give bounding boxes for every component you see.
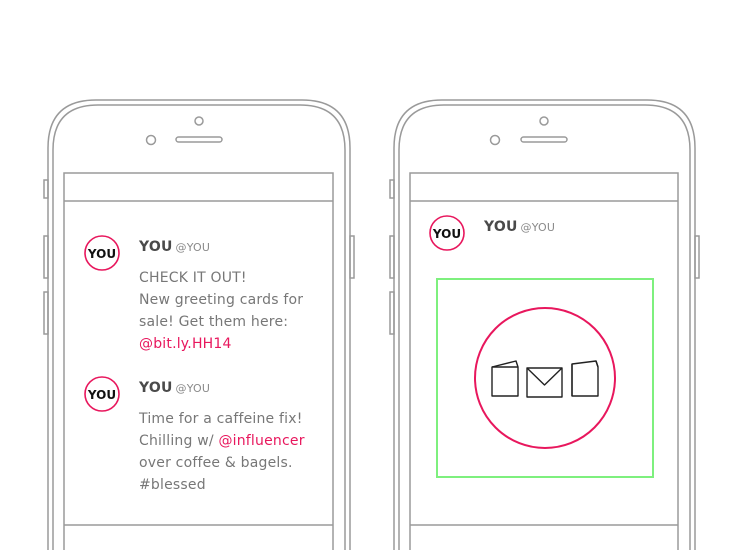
right-avatar-label: YOU — [432, 227, 461, 241]
left-phone-volume-up — [43, 235, 49, 279]
right-phone-volume-down — [389, 291, 395, 335]
left-phone-camera — [145, 134, 157, 146]
card-right-icon — [571, 360, 599, 397]
card-left-icon — [491, 360, 519, 397]
right-phone-body-outer — [393, 99, 696, 550]
right-phone-power-button — [694, 235, 700, 279]
right-phone-speaker — [520, 136, 568, 143]
left-post-2-line-3: over coffee & bagels. — [139, 455, 293, 471]
left-post-1-handle[interactable]: @YOU — [176, 241, 211, 254]
left-post-1-name[interactable]: YOU — [139, 239, 173, 255]
right-phone-volume-up — [389, 235, 395, 279]
right-post-header: YOU @YOU — [484, 216, 555, 239]
left-post-2-handle[interactable]: @YOU — [176, 382, 211, 395]
left-post-2-hashtag[interactable]: #blessed — [139, 474, 305, 496]
left-post-1-line-3: sale! Get them here: — [139, 314, 289, 330]
left-avatar-1-label: YOU — [87, 247, 116, 261]
right-phone-body-inner — [398, 104, 691, 550]
left-phone-volume-down — [43, 291, 49, 335]
left-phone-side-button — [43, 179, 49, 199]
left-post-2-line-1: Time for a caffeine fix! — [139, 411, 303, 427]
left-post-1-header: YOU @YOU — [139, 236, 210, 259]
envelope-icon — [526, 367, 563, 398]
illustration: YOU YOU YOU — [43, 99, 700, 550]
left-post-1-line-2: New greeting cards for — [139, 292, 304, 308]
greeting-cards-envelope-icon — [491, 360, 599, 398]
right-avatar: YOU — [429, 215, 465, 251]
left-phone-sensor — [194, 116, 204, 126]
right-post-name[interactable]: YOU — [484, 219, 518, 235]
left-avatar-1: YOU — [84, 235, 120, 271]
left-post-2-body: Time for a caffeine fix! Chilling w/ @in… — [139, 408, 305, 496]
left-post-2-line-2: Chilling w/ @influencer — [139, 430, 305, 452]
post-image-circle — [474, 307, 616, 449]
left-post-2-line-2-prefix: Chilling w/ — [139, 433, 219, 449]
left-post-1-link[interactable]: @bit.ly.HH14 — [139, 333, 303, 355]
left-post-2-mention-link[interactable]: @influencer — [218, 433, 304, 449]
left-post-1-line-1: CHECK IT OUT! — [139, 270, 247, 286]
right-phone-sensor — [539, 116, 549, 126]
right-phone-camera — [489, 134, 501, 146]
left-avatar-2: YOU — [84, 376, 120, 412]
left-phone-speaker — [175, 136, 223, 143]
left-post-1-body: CHECK IT OUT! New greeting cards for sal… — [139, 267, 303, 355]
left-phone-power-button — [349, 235, 355, 279]
left-post-2-name[interactable]: YOU — [139, 380, 173, 396]
right-post-handle[interactable]: @YOU — [521, 221, 556, 234]
left-avatar-2-label: YOU — [87, 388, 116, 402]
right-phone-side-button — [389, 179, 395, 199]
left-post-2-header: YOU @YOU — [139, 377, 210, 400]
